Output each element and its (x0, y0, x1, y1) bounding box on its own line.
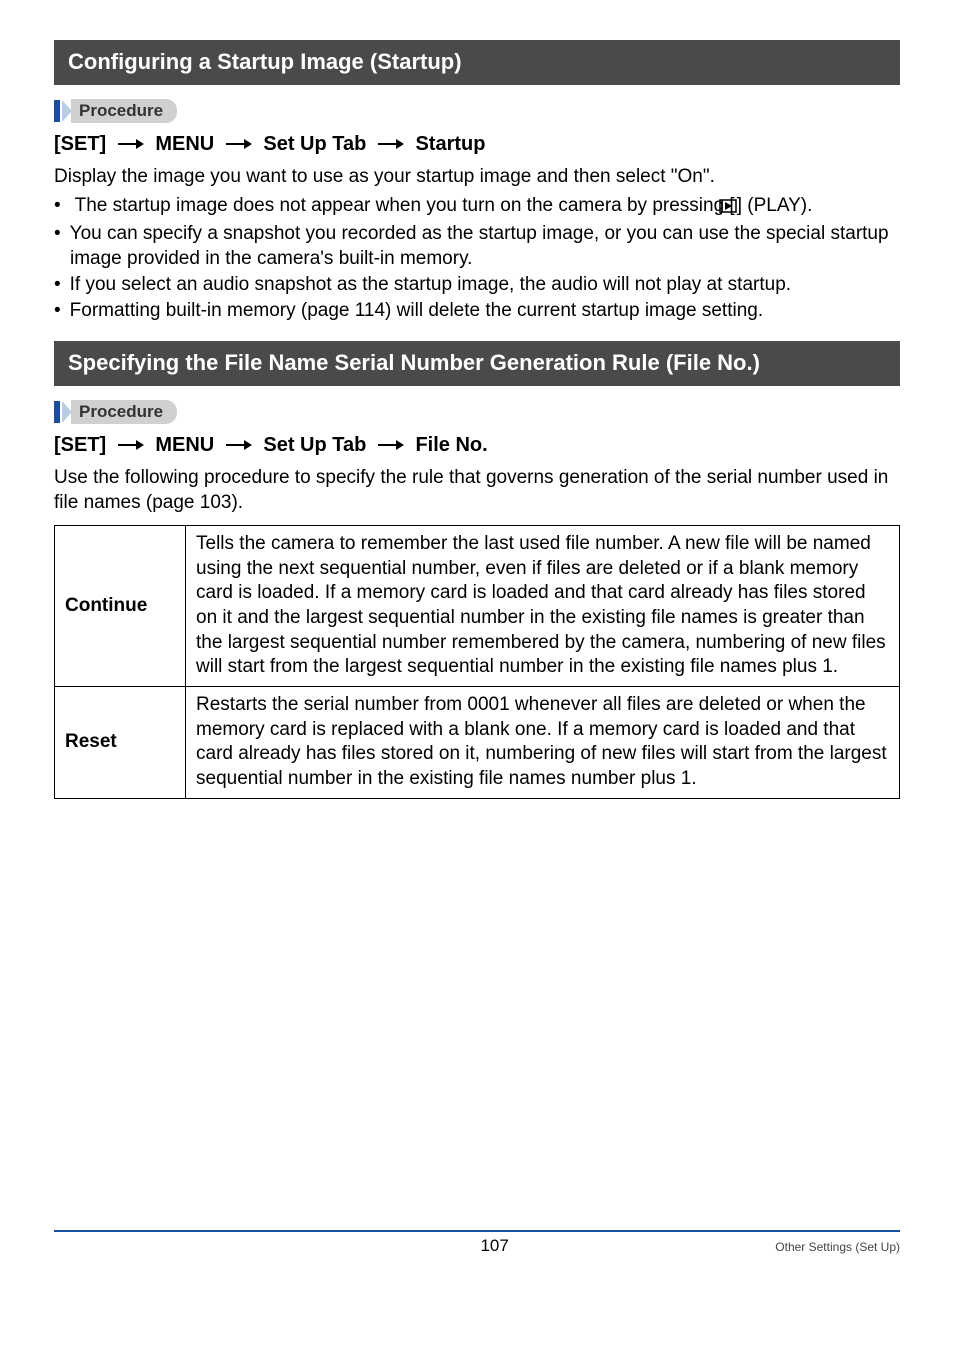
bullet-text-pre: The startup image does not appear when y… (75, 195, 735, 216)
procedure-label: Procedure (71, 400, 177, 424)
intro-text-2: Use the following procedure to specify t… (54, 465, 900, 515)
menu-path-1: [SET] MENU Set Up Tab Startup (54, 133, 900, 156)
option-desc-reset: Restarts the serial number from 0001 whe… (186, 686, 900, 798)
bullet-list-1: The startup image does not appear when y… (54, 193, 900, 323)
procedure-heading-1: Procedure (54, 99, 900, 123)
arrow-icon (226, 138, 252, 150)
bullet-text-post: ] (PLAY). (737, 195, 813, 216)
path-part: [SET] (54, 133, 106, 155)
path-part: MENU (155, 434, 214, 456)
arrow-icon (226, 439, 252, 451)
procedure-bar (54, 100, 60, 122)
bullet-item: The startup image does not appear when y… (54, 193, 900, 220)
bullet-item: If you select an audio snapshot as the s… (54, 272, 900, 297)
procedure-heading-2: Procedure (54, 400, 900, 424)
path-part: [SET] (54, 434, 106, 456)
table-row: Reset Restarts the serial number from 00… (55, 686, 900, 798)
arrow-icon (378, 439, 404, 451)
path-part: Set Up Tab (263, 133, 366, 155)
section-header-fileno: Specifying the File Name Serial Number G… (54, 341, 900, 386)
menu-path-2: [SET] MENU Set Up Tab File No. (54, 434, 900, 457)
option-label-reset: Reset (55, 686, 186, 798)
bullet-item: Formatting built-in memory (page 114) wi… (54, 298, 900, 323)
arrow-icon (378, 138, 404, 150)
arrow-icon (118, 439, 144, 451)
intro-text-1: Display the image you want to use as you… (54, 164, 900, 189)
page-number: 107 (214, 1236, 775, 1256)
path-part: Set Up Tab (263, 434, 366, 456)
procedure-label: Procedure (71, 99, 177, 123)
section-header-startup: Configuring a Startup Image (Startup) (54, 40, 900, 85)
path-part: File No. (415, 434, 487, 456)
options-table: Continue Tells the camera to remember th… (54, 525, 900, 799)
path-part: MENU (155, 133, 214, 155)
bullet-item: You can specify a snapshot you recorded … (54, 221, 900, 271)
procedure-bar (54, 401, 60, 423)
option-desc-continue: Tells the camera to remember the last us… (186, 525, 900, 686)
path-part: Startup (415, 133, 485, 155)
page-footer: 107 Other Settings (Set Up) (54, 1230, 900, 1256)
footer-section-label: Other Settings (Set Up) (775, 1240, 900, 1254)
option-label-continue: Continue (55, 525, 186, 686)
table-row: Continue Tells the camera to remember th… (55, 525, 900, 686)
arrow-icon (118, 138, 144, 150)
footer-divider (54, 1230, 900, 1232)
